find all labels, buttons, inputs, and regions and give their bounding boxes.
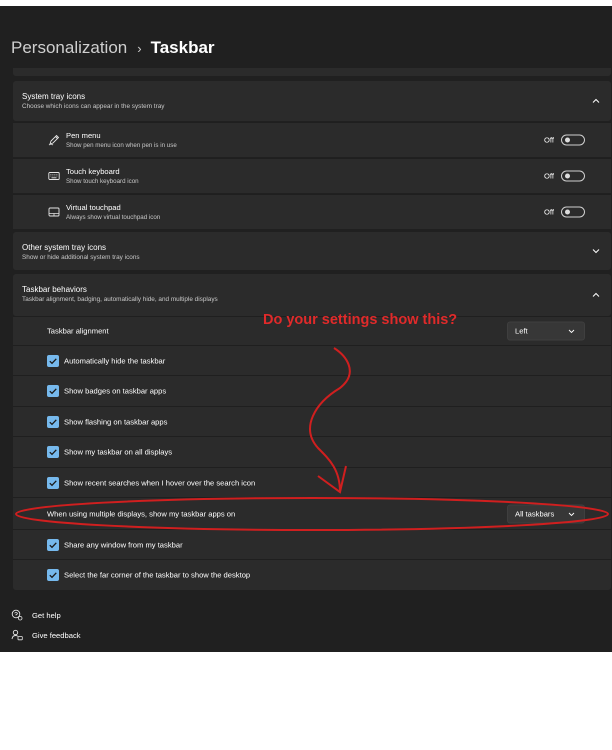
virtual-touchpad-toggle[interactable] [561, 206, 585, 218]
all-displays-label: Show my taskbar on all displays [64, 447, 173, 457]
virtual-touchpad-subtitle: Always show virtual touchpad icon [66, 214, 161, 221]
get-help-link[interactable]: Get help [11, 609, 61, 621]
share-window-checkbox[interactable] [47, 538, 59, 551]
taskbar-behaviors-section[interactable]: Taskbar behaviors Taskbar alignment, bad… [13, 274, 611, 316]
virtual-touchpad-state: Off [544, 207, 554, 217]
share-window-label: Share any window from my taskbar [64, 540, 183, 549]
multiple-displays-value: All taskbars [515, 509, 555, 518]
recent-searches-label: Show recent searches when I hover over t… [64, 478, 256, 487]
give-feedback-link[interactable]: Give feedback [11, 629, 81, 641]
taskbar-alignment-value: Left [515, 326, 528, 336]
all-displays-row: Show my taskbar on all displays [13, 436, 611, 467]
auto-hide-label: Automatically hide the taskbar [64, 356, 166, 365]
far-corner-label: Select the far corner of the taskbar to … [64, 570, 251, 580]
virtual-touchpad-row: Virtual touchpad Always show virtual tou… [13, 194, 611, 229]
auto-hide-checkbox[interactable] [47, 354, 59, 367]
virtual-touchpad-title: Virtual touchpad [66, 203, 121, 212]
flashing-row: Show flashing on taskbar apps [13, 406, 611, 436]
flashing-label: Show flashing on taskbar apps [64, 417, 168, 426]
share-window-row: Share any window from my taskbar [13, 529, 611, 559]
multiple-displays-row: When using multiple displays, show my ta… [13, 497, 611, 529]
pen-menu-subtitle: Show pen menu icon when pen is in use [66, 142, 177, 149]
page-title: Taskbar [150, 38, 215, 57]
pen-icon [48, 134, 60, 146]
system-tray-title: System tray icons [22, 92, 86, 101]
touch-keyboard-state: Off [544, 171, 554, 181]
chevron-down-icon[interactable] [591, 246, 601, 256]
previous-card-edge [13, 68, 611, 76]
touch-keyboard-subtitle: Show touch keyboard icon [66, 178, 139, 185]
top-strip [0, 0, 612, 6]
behaviors-title: Taskbar behaviors [22, 285, 87, 294]
system-tray-section[interactable]: System tray icons Choose which icons can… [13, 81, 611, 121]
settings-window: Personalization › Taskbar System tray ic… [0, 0, 612, 652]
other-tray-section[interactable]: Other system tray icons Show or hide add… [13, 232, 611, 270]
badges-label: Show badges on taskbar apps [64, 386, 167, 396]
chevron-up-icon[interactable] [591, 290, 601, 300]
toggle-knob [565, 173, 570, 179]
breadcrumb: Personalization › Taskbar [11, 38, 215, 58]
touch-keyboard-row: Touch keyboard Show touch keyboard icon … [13, 158, 611, 193]
far-corner-checkbox[interactable] [47, 569, 59, 581]
toggle-knob [565, 137, 570, 143]
feedback-icon [11, 629, 23, 641]
other-tray-subtitle: Show or hide additional system tray icon… [22, 254, 140, 261]
help-icon [11, 609, 23, 621]
all-displays-checkbox[interactable] [47, 446, 59, 458]
chevron-down-icon [568, 510, 575, 517]
far-corner-row: Select the far corner of the taskbar to … [13, 559, 611, 590]
pen-menu-toggle[interactable] [561, 134, 585, 146]
badges-row: Show badges on taskbar apps [13, 375, 611, 406]
pen-menu-state: Off [544, 135, 554, 145]
flashing-checkbox[interactable] [47, 415, 59, 428]
recent-searches-checkbox[interactable] [47, 476, 59, 489]
recent-searches-row: Show recent searches when I hover over t… [13, 467, 611, 497]
multiple-displays-dropdown[interactable]: All taskbars [507, 504, 585, 523]
touch-keyboard-toggle[interactable] [561, 170, 585, 182]
annotation-text: Do your settings show this? [263, 312, 458, 328]
multiple-displays-label: When using multiple displays, show my ta… [47, 509, 236, 518]
other-tray-title: Other system tray icons [22, 243, 107, 252]
keyboard-icon [48, 170, 60, 182]
pen-menu-row: Pen menu Show pen menu icon when pen is … [13, 122, 611, 157]
auto-hide-row: Automatically hide the taskbar [13, 345, 611, 375]
chevron-up-icon[interactable] [591, 96, 601, 106]
toggle-knob [565, 209, 570, 215]
pen-menu-title: Pen menu [66, 131, 101, 140]
system-tray-subtitle: Choose which icons can appear in the sys… [22, 103, 165, 110]
get-help-label: Get help [32, 610, 61, 620]
give-feedback-label: Give feedback [32, 630, 81, 640]
taskbar-alignment-dropdown[interactable]: Left [507, 321, 585, 341]
chevron-down-icon [568, 328, 575, 335]
breadcrumb-personalization[interactable]: Personalization [11, 38, 127, 58]
taskbar-alignment-label: Taskbar alignment [47, 326, 109, 336]
badges-checkbox[interactable] [47, 385, 59, 397]
touchpad-icon [48, 206, 60, 218]
behaviors-subtitle: Taskbar alignment, badging, automaticall… [22, 296, 218, 303]
touch-keyboard-title: Touch keyboard [66, 167, 120, 176]
breadcrumb-separator: › [137, 40, 142, 56]
